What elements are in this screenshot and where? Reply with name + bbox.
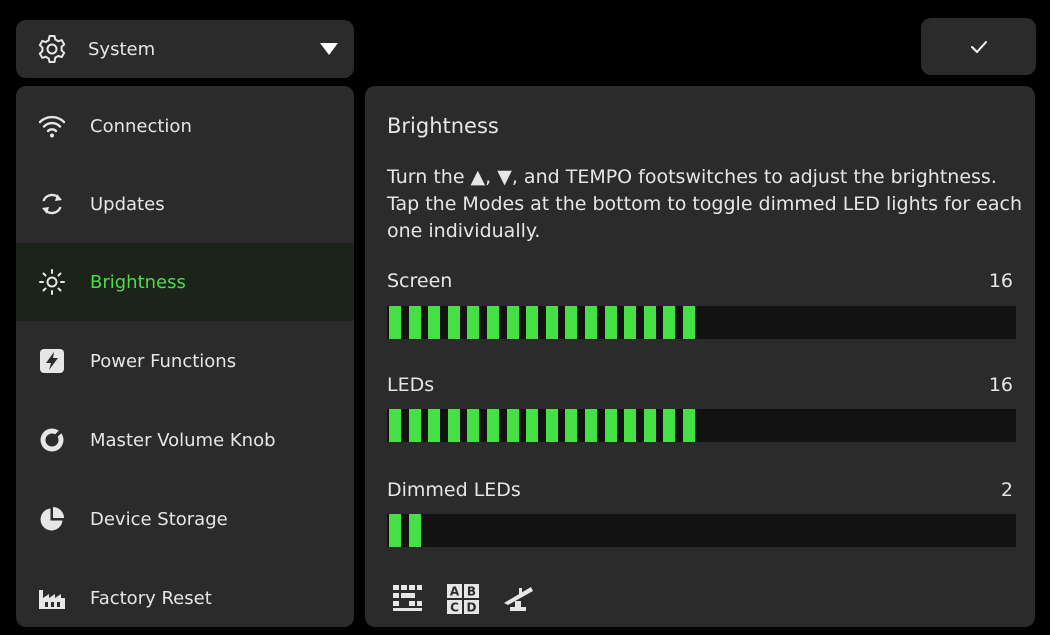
level-segment — [389, 306, 401, 339]
grid-mode-icon[interactable] — [391, 583, 423, 613]
sidebar-item-label: Device Storage — [90, 508, 228, 530]
leds-brightness-value: 16 — [988, 374, 1013, 396]
sidebar-item-label: Master Volume Knob — [90, 429, 276, 451]
level-segment — [565, 409, 578, 442]
level-segment — [624, 409, 637, 442]
level-segment — [467, 306, 480, 339]
level-segment — [467, 409, 480, 442]
sidebar-item-master-volume-knob[interactable]: Master Volume Knob — [16, 401, 354, 479]
sidebar-item-label: Updates — [90, 193, 165, 215]
level-segment — [487, 306, 499, 339]
level-segment — [389, 409, 401, 442]
level-segment — [506, 306, 519, 339]
sidebar-item-device-storage[interactable]: Device Storage — [16, 480, 354, 558]
sun-icon — [38, 268, 66, 296]
level-segment — [624, 306, 637, 339]
level-segment — [585, 409, 597, 442]
level-segment — [545, 306, 558, 339]
screen-brightness-slider[interactable] — [387, 306, 1016, 339]
caret-down-icon — [320, 43, 338, 55]
level-segment — [643, 306, 656, 339]
refresh-icon — [38, 190, 66, 218]
wifi-icon — [38, 112, 66, 140]
level-segment — [408, 514, 421, 547]
gear-icon — [38, 35, 66, 63]
level-segment — [604, 409, 617, 442]
sidebar-item-label: Brightness — [90, 271, 186, 293]
knob-icon — [38, 426, 66, 454]
category-dropdown[interactable]: System — [16, 20, 354, 78]
level-segment — [565, 306, 578, 339]
sidebar-item-factory-reset[interactable]: Factory Reset — [16, 559, 354, 627]
sidebar-item-label: Power Functions — [90, 350, 237, 372]
checkmark-icon — [970, 40, 987, 53]
sidebar-item-power-functions[interactable]: Power Functions — [16, 322, 354, 400]
level-segment — [526, 409, 539, 442]
dimmed-leds-label: Dimmed LEDs — [387, 479, 521, 501]
level-segment — [408, 409, 421, 442]
factory-icon — [38, 584, 66, 612]
level-segment — [487, 409, 499, 442]
level-segment — [447, 409, 460, 442]
level-segment — [604, 306, 617, 339]
sidebar-item-brightness[interactable]: Brightness — [16, 243, 354, 321]
level-segment — [585, 306, 597, 339]
confirm-button[interactable] — [921, 18, 1036, 75]
page-title: Brightness — [387, 114, 499, 138]
level-segment — [428, 409, 441, 442]
leds-brightness-label: LEDs — [387, 374, 435, 396]
level-segment — [683, 409, 695, 442]
category-label: System — [88, 38, 156, 60]
level-segment — [389, 514, 401, 547]
brightness-panel: Brightness Turn the ▲, ▼, and TEMPO foot… — [365, 86, 1035, 627]
level-segment — [643, 409, 656, 442]
leds-brightness-slider[interactable] — [387, 409, 1016, 442]
mode-letter-c: C — [450, 601, 459, 615]
sidebar-item-label: Connection — [90, 115, 192, 137]
mode-letter-a: A — [450, 585, 460, 599]
sidebar-item-updates[interactable]: Updates — [16, 165, 354, 243]
level-segment — [526, 306, 539, 339]
dimmed-leds-slider[interactable] — [387, 514, 1016, 547]
pie-icon — [38, 505, 66, 533]
screen-brightness-label: Screen — [387, 270, 453, 292]
mode-letter-b: B — [467, 585, 476, 599]
sidebar-item-connection[interactable]: Connection — [16, 87, 354, 165]
level-segment — [545, 409, 558, 442]
lightning-icon — [38, 347, 66, 375]
abcd-mode-icon[interactable]: A B C D — [446, 583, 480, 615]
level-segment — [447, 306, 460, 339]
level-segment — [663, 306, 676, 339]
sidebar-item-label: Factory Reset — [90, 587, 212, 609]
dimmed-leds-value: 2 — [1000, 479, 1013, 501]
pedal-mode-icon[interactable] — [501, 583, 535, 613]
mode-letter-d: D — [467, 601, 477, 615]
level-segment — [506, 409, 519, 442]
screen-brightness-value: 16 — [988, 270, 1013, 292]
settings-sidebar: Connection Updates Brightness Power Func… — [16, 86, 354, 627]
description-text: Turn the ▲, ▼, and TEMPO footswitches to… — [387, 166, 1022, 242]
level-segment — [428, 306, 441, 339]
level-segment — [663, 409, 676, 442]
level-segment — [683, 306, 695, 339]
level-segment — [408, 306, 421, 339]
